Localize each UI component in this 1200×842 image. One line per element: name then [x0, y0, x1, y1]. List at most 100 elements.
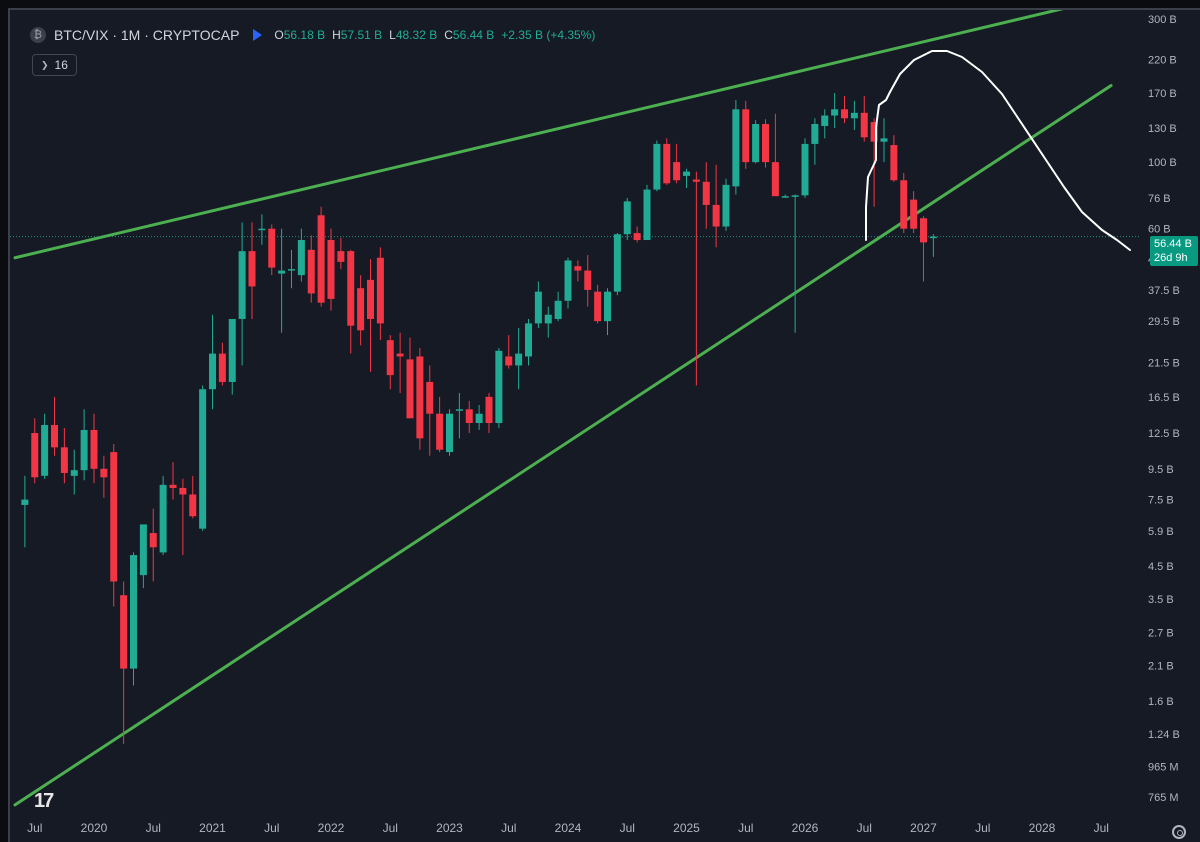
- candle-body: [238, 251, 246, 319]
- candle-body: [475, 413, 483, 424]
- y-tick-label: 9.5 B: [1148, 464, 1174, 476]
- flag-icon[interactable]: [253, 29, 263, 41]
- candle-body: [465, 409, 473, 424]
- candle-body: [781, 196, 789, 198]
- symbol-header: ₿ BTC/VIX · 1M · CRYPTOCAP O56.18 B H57.…: [30, 27, 602, 43]
- indicators-toggle-button[interactable]: ❯ 16: [32, 54, 77, 76]
- candle-body: [278, 270, 286, 274]
- candle-body: [288, 269, 295, 271]
- candle-body: [139, 524, 147, 576]
- candle-body: [179, 487, 187, 495]
- candle-body: [623, 201, 631, 235]
- candle-body: [347, 251, 355, 326]
- y-tick-label: 2.1 B: [1148, 660, 1174, 672]
- candle-body: [149, 533, 157, 548]
- high-value: H57.51 B: [332, 28, 383, 42]
- candle-body: [534, 291, 542, 324]
- x-tick-label: Jul: [975, 821, 990, 835]
- chart-pane[interactable]: 300 B220 B170 B130 B100 B76 B60 B47.5 B3…: [8, 8, 1200, 842]
- y-tick-label: 100 B: [1148, 157, 1177, 169]
- y-tick-label: 765 M: [1148, 792, 1179, 804]
- candle-body: [653, 143, 661, 190]
- y-tick-label: 76 B: [1148, 193, 1171, 205]
- trendline-lower: [13, 84, 1113, 807]
- x-tick-label: Jul: [1094, 821, 1109, 835]
- candle-body: [120, 595, 128, 669]
- candle-body: [21, 499, 29, 505]
- x-tick-label: 2020: [81, 821, 108, 835]
- candle-body: [80, 429, 88, 471]
- candle-body: [683, 171, 690, 176]
- candle-body: [692, 179, 700, 182]
- y-tick-label: 1.6 B: [1148, 696, 1174, 708]
- candle-body: [752, 123, 760, 163]
- candle-body: [130, 555, 137, 669]
- y-tick-label: 130 B: [1148, 123, 1177, 135]
- candle-body: [505, 356, 513, 366]
- candle-body: [446, 413, 453, 453]
- candle-body: [762, 123, 769, 163]
- candle-body: [258, 228, 266, 231]
- candle-body: [426, 381, 434, 414]
- y-tick-label: 12.5 B: [1148, 428, 1180, 440]
- candle-body: [742, 109, 750, 163]
- candle-body: [31, 433, 39, 478]
- candle-body: [544, 314, 552, 324]
- candle-body: [70, 470, 78, 476]
- candle-body: [841, 109, 848, 119]
- candle-body: [702, 181, 710, 205]
- x-tick-label: Jul: [620, 821, 635, 835]
- x-tick-label: Jul: [27, 821, 42, 835]
- candle-body: [189, 494, 197, 517]
- candle-body: [900, 180, 908, 229]
- y-tick-label: 29.5 B: [1148, 316, 1180, 328]
- candle-body: [90, 429, 98, 469]
- y-tick-label: 21.5 B: [1148, 357, 1180, 369]
- last-price-value: 56.44 B: [1154, 238, 1192, 250]
- candle-body: [910, 199, 918, 229]
- gear-icon[interactable]: [1172, 825, 1186, 839]
- candle-body: [327, 240, 335, 299]
- candle-body: [920, 218, 927, 243]
- x-tick-label: Jul: [738, 821, 753, 835]
- candle-body: [712, 204, 720, 227]
- candle-body: [218, 353, 226, 382]
- candle-body: [850, 112, 858, 119]
- indicators-count: 16: [54, 58, 68, 72]
- candle-body: [929, 236, 937, 239]
- x-tick-label: Jul: [383, 821, 398, 835]
- candle-body: [613, 234, 621, 292]
- candle-body: [485, 396, 493, 424]
- candle-body: [732, 109, 740, 187]
- candle-body: [297, 240, 305, 276]
- candle-body: [495, 350, 503, 424]
- candle-body: [60, 447, 68, 473]
- candle-body: [228, 318, 236, 382]
- tradingview-logo-icon[interactable]: 17: [34, 790, 54, 813]
- y-tick-label: 965 M: [1148, 762, 1179, 774]
- x-tick-label: Jul: [501, 821, 516, 835]
- close-value: C56.44 B: [444, 28, 495, 42]
- x-tick-label: 2023: [436, 821, 463, 835]
- candle-body: [41, 424, 49, 476]
- candle-body: [594, 291, 602, 322]
- candle-layer: [21, 92, 937, 744]
- candle-body: [367, 279, 374, 319]
- bitcoin-logo-icon: ₿: [30, 27, 46, 43]
- y-tick-label: 16.5 B: [1148, 392, 1180, 404]
- y-tick-label: 300 B: [1148, 14, 1177, 26]
- candle-body: [574, 266, 582, 271]
- candle-body: [51, 424, 58, 448]
- y-tick-label: 60 B: [1148, 224, 1171, 236]
- candle-body: [436, 413, 444, 450]
- candle-body: [307, 249, 315, 294]
- y-tick-label: 5.9 B: [1148, 526, 1174, 538]
- candle-body: [811, 123, 819, 144]
- y-tick-label: 1.24 B: [1148, 729, 1180, 741]
- candlestick-chart[interactable]: 300 B220 B170 B130 B100 B76 B60 B47.5 B3…: [10, 10, 1200, 842]
- x-tick-label: 2026: [792, 821, 819, 835]
- symbol-title[interactable]: BTC/VIX · 1M · CRYPTOCAP: [54, 27, 239, 43]
- candle-body: [584, 270, 592, 290]
- y-tick-label: 2.7 B: [1148, 628, 1174, 640]
- candle-body: [890, 145, 898, 181]
